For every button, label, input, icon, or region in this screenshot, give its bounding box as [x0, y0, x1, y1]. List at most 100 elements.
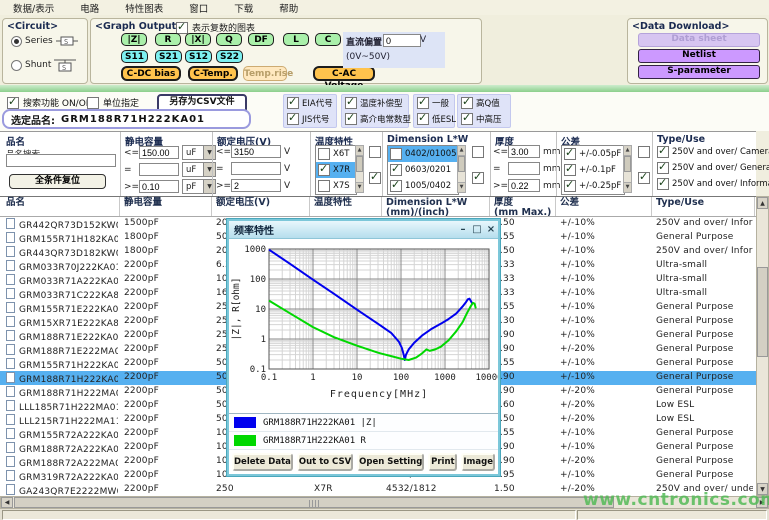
reset-all-conditions-button[interactable]: 全条件复位 — [9, 174, 106, 189]
cap-max-input[interactable] — [139, 146, 179, 159]
checkbox[interactable] — [564, 180, 576, 192]
option-低ESL[interactable]: 低ESL — [417, 113, 456, 125]
delete-data-button[interactable]: Delete Data — [232, 453, 293, 471]
column-header-0[interactable]: 品名 — [2, 197, 120, 216]
checkbox[interactable] — [657, 146, 669, 158]
graph-button-S21[interactable]: S21 — [155, 50, 182, 63]
checkbox[interactable] — [390, 164, 402, 176]
scroll-down-icon[interactable]: ▼ — [356, 182, 363, 192]
tolerance-item-+/-0.1pF[interactable]: +/-0.1pF — [562, 162, 624, 178]
checkbox[interactable] — [564, 164, 576, 176]
checkbox[interactable] — [657, 178, 669, 190]
checkbox[interactable] — [287, 97, 299, 109]
scroll-down-icon[interactable]: ▼ — [624, 182, 631, 192]
dimension-select-all-box[interactable] — [472, 172, 484, 184]
s-parameter-button[interactable]: S-parameter — [638, 65, 760, 79]
volt-eq-input[interactable] — [231, 162, 281, 175]
temp-list-scrollbar[interactable]: ▲▼ — [355, 145, 364, 193]
volt-min-input[interactable] — [231, 179, 281, 192]
scroll-up-icon[interactable]: ▲ — [356, 146, 363, 156]
popup-title-bar[interactable]: 频率特性 – □ × — [229, 221, 498, 239]
menu-item-0[interactable]: 数据/表示 — [0, 1, 67, 15]
horizontal-scrollbar-thumb[interactable] — [14, 497, 614, 508]
show-multiple-graphs-checkbox[interactable]: 表示复数的图表 — [176, 21, 255, 34]
column-header-5[interactable]: 厚度 (mm Max.) — [490, 197, 556, 216]
temp-select-all-box[interactable] — [369, 172, 381, 184]
cap-eq-unit-select[interactable]: uF▼ — [182, 162, 216, 177]
show-multiple-graphs-box[interactable] — [176, 22, 188, 34]
temp-char-item-X6T[interactable]: X6T — [316, 146, 356, 162]
maximize-icon[interactable]: □ — [470, 222, 484, 237]
out-to-csv-button[interactable]: Out to CSV — [297, 453, 353, 471]
cap-eq-input[interactable] — [139, 163, 179, 176]
temp-char-item-X7R[interactable]: X7R — [316, 162, 356, 178]
scroll-up-icon[interactable]: ▲ — [458, 146, 465, 156]
search-toggle-checkbox[interactable]: 搜索功能 ON/OFF — [7, 96, 96, 109]
scroll-left-icon[interactable]: ◀ — [1, 497, 13, 508]
option-EIA代号[interactable]: EIA代号 — [287, 97, 333, 109]
tolerance-select-all-box[interactable] — [638, 172, 650, 184]
temp-select-none-box[interactable] — [369, 146, 381, 158]
graph-button-Z[interactable]: |Z| — [121, 33, 147, 46]
dimension-item-0603/0201[interactable]: 0603/0201 — [388, 162, 458, 178]
dimension-item-0402/01005[interactable]: 0402/01005 — [388, 146, 458, 162]
thk-max-input[interactable] — [508, 145, 540, 158]
checkbox[interactable] — [657, 162, 669, 174]
checkbox[interactable] — [390, 148, 402, 160]
graph-button-C[interactable]: C — [315, 33, 341, 46]
tolerance-select-none-box[interactable] — [638, 146, 650, 158]
graph-button-R[interactable]: R — [155, 33, 181, 46]
condition-button-c-temp-[interactable]: C-Temp. — [188, 66, 238, 81]
menu-item-3[interactable]: 窗口 — [176, 1, 221, 15]
checkbox[interactable] — [345, 113, 357, 125]
option-高介电常数型[interactable]: 高介电常数型 — [345, 113, 411, 125]
unit-checkbox[interactable]: 单位指定 — [87, 96, 139, 109]
image-button[interactable]: Image — [461, 453, 495, 471]
checkbox[interactable] — [318, 180, 330, 192]
graph-button-S12[interactable]: S12 — [185, 50, 212, 63]
menu-item-1[interactable]: 电路 — [67, 1, 112, 15]
menu-item-2[interactable]: 特性图表 — [112, 1, 176, 15]
vertical-scrollbar-thumb[interactable] — [757, 267, 768, 357]
graph-button-DF[interactable]: DF — [248, 33, 274, 46]
checkbox[interactable] — [417, 97, 429, 109]
search-toggle-box[interactable] — [7, 97, 19, 109]
column-header-6[interactable]: 公差 — [556, 197, 652, 216]
dc-bias-input[interactable] — [383, 34, 421, 47]
column-header-1[interactable]: 静电容量 — [120, 197, 212, 216]
menu-item-5[interactable]: 帮助 — [266, 1, 311, 15]
type-use-item-1[interactable]: 250V and over/ General — [657, 162, 769, 174]
shunt-radio-dot[interactable] — [11, 60, 22, 71]
cap-min-input[interactable] — [139, 180, 179, 193]
dimension-select-none-box[interactable] — [472, 146, 484, 158]
tolerance-list-scrollbar[interactable]: ▲▼ — [623, 145, 632, 193]
checkbox[interactable] — [345, 97, 357, 109]
series-radio-dot[interactable] — [11, 36, 22, 47]
condition-button-c-ac-voltage[interactable]: C-AC Voltage — [313, 66, 375, 81]
thk-min-input[interactable] — [508, 179, 540, 192]
condition-button-c-dc-bias[interactable]: C-DC bias — [121, 66, 181, 81]
checkbox[interactable] — [390, 180, 402, 192]
checkbox[interactable] — [287, 113, 299, 125]
scroll-up-icon[interactable]: ▲ — [624, 146, 631, 156]
cap-min-unit-select[interactable]: pF▼ — [182, 179, 216, 194]
graph-button-S11[interactable]: S11 — [121, 50, 148, 63]
graph-button-L[interactable]: L — [283, 33, 309, 46]
tolerance-item-+/-0.25pF[interactable]: +/-0.25pF — [562, 178, 624, 194]
shunt-radio[interactable]: Shunt S — [11, 57, 76, 73]
minimize-icon[interactable]: – — [456, 222, 470, 237]
graph-button-S22[interactable]: S22 — [216, 50, 243, 63]
thk-eq-input[interactable] — [508, 162, 540, 175]
netlist-button[interactable]: Netlist — [638, 49, 760, 63]
checkbox[interactable] — [461, 113, 473, 125]
volt-max-input[interactable] — [231, 145, 281, 158]
option-一般[interactable]: 一般 — [417, 97, 449, 109]
tolerance-item-+/-0.05pF[interactable]: +/-0.05pF — [562, 146, 624, 162]
type-use-item-0[interactable]: 250V and over/ Camera — [657, 146, 769, 158]
graph-button-X[interactable]: |X| — [185, 33, 211, 46]
option-中高压[interactable]: 中高压 — [461, 113, 502, 125]
scroll-up-icon[interactable]: ▲ — [757, 197, 768, 209]
graph-button-Q[interactable]: Q — [216, 33, 242, 46]
type-use-item-2[interactable]: 250V and over/ Informat — [657, 178, 769, 190]
checkbox[interactable] — [318, 148, 330, 160]
